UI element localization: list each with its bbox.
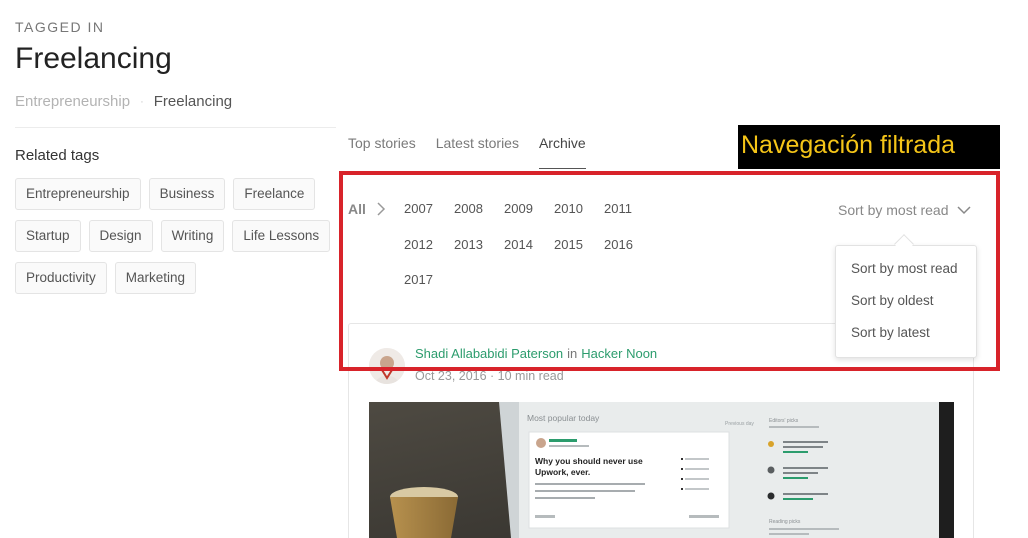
tag-row: Productivity Marketing bbox=[15, 262, 335, 294]
image-screen-previous-day: Previous day bbox=[725, 421, 754, 427]
tag-marketing[interactable]: Marketing bbox=[114, 262, 197, 294]
image-screen-reading-picks: Reading picks bbox=[769, 519, 801, 525]
tab-top-stories[interactable]: Top stories bbox=[348, 135, 416, 169]
image-screen-headline-1: Why you should never use bbox=[535, 456, 643, 466]
annotation-label: Navegación filtrada bbox=[738, 125, 1000, 169]
divider bbox=[15, 127, 336, 128]
image-screen-heading: Most popular today bbox=[527, 413, 600, 423]
tag-writing[interactable]: Writing bbox=[160, 220, 225, 252]
tag-row: Startup Design Writing Life Lessons bbox=[15, 220, 335, 252]
year-link-2011[interactable]: 2011 bbox=[604, 201, 632, 216]
chevron-down-icon bbox=[956, 206, 971, 215]
story-meta: Oct 23, 2016 · 10 min read bbox=[415, 369, 564, 383]
tag-business[interactable]: Business bbox=[148, 178, 226, 210]
year-link-2010[interactable]: 2010 bbox=[554, 201, 583, 216]
author-photo bbox=[369, 348, 405, 384]
sort-option-oldest[interactable]: Sort by oldest bbox=[836, 292, 976, 324]
sort-option-most-read[interactable]: Sort by most read bbox=[836, 260, 976, 292]
tag-row: Entrepreneurship Business Freelance bbox=[15, 178, 335, 210]
year-link-2012[interactable]: 2012 bbox=[404, 237, 433, 252]
breadcrumb-separator: · bbox=[140, 95, 144, 108]
tag-freelance[interactable]: Freelance bbox=[233, 178, 316, 210]
story-tabs: Top stories Latest stories Archive bbox=[348, 135, 606, 169]
sort-current-label: Sort by most read bbox=[838, 202, 949, 218]
tag-productivity[interactable]: Productivity bbox=[15, 262, 107, 294]
chevron-right-icon bbox=[377, 202, 385, 216]
tab-archive[interactable]: Archive bbox=[538, 135, 586, 169]
avatar[interactable] bbox=[369, 348, 405, 384]
story-image[interactable]: Most popular today Previous day Why you … bbox=[369, 402, 954, 538]
breadcrumb-parent-link[interactable]: Entrepreneurship bbox=[15, 93, 130, 110]
year-link-2015[interactable]: 2015 bbox=[554, 237, 583, 252]
year-link-2017[interactable]: 2017 bbox=[404, 272, 433, 287]
publication-link[interactable]: Hacker Noon bbox=[581, 346, 657, 361]
tag-startup[interactable]: Startup bbox=[15, 220, 81, 252]
sort-dropdown-toggle[interactable]: Sort by most read bbox=[838, 202, 971, 218]
archive-all-link[interactable]: All bbox=[348, 201, 386, 217]
tab-latest-stories[interactable]: Latest stories bbox=[436, 135, 519, 169]
sort-option-latest[interactable]: Sort by latest bbox=[836, 324, 976, 356]
tag-life-lessons[interactable]: Life Lessons bbox=[232, 220, 331, 252]
year-link-2008[interactable]: 2008 bbox=[454, 201, 483, 216]
tag-design[interactable]: Design bbox=[88, 220, 153, 252]
year-link-2013[interactable]: 2013 bbox=[454, 237, 483, 252]
image-screen-editors-picks: Editors' picks bbox=[769, 418, 799, 424]
related-tags-list: Entrepreneurship Business Freelance Star… bbox=[15, 178, 335, 304]
page-title: Freelancing bbox=[15, 42, 172, 75]
breadcrumb: Entrepreneurship · Freelancing bbox=[15, 93, 232, 110]
breadcrumb-current: Freelancing bbox=[153, 93, 233, 110]
story-image-graphic: Most popular today Previous day Why you … bbox=[369, 402, 954, 538]
in-label: in bbox=[567, 346, 578, 361]
year-link-2016[interactable]: 2016 bbox=[604, 237, 633, 252]
story-author-line: Shadi Allababidi Paterson in Hacker Noon bbox=[415, 346, 657, 361]
related-tags-heading: Related tags bbox=[15, 147, 100, 164]
tag-entrepreneurship[interactable]: Entrepreneurship bbox=[15, 178, 141, 210]
image-screen-headline-2: Upwork, ever. bbox=[535, 467, 590, 477]
archive-all-label: All bbox=[348, 201, 366, 217]
tagged-in-label: TAGGED IN bbox=[15, 19, 105, 35]
sort-dropdown-menu: Sort by most read Sort by oldest Sort by… bbox=[835, 245, 977, 358]
year-link-2014[interactable]: 2014 bbox=[504, 237, 533, 252]
year-link-2009[interactable]: 2009 bbox=[504, 201, 533, 216]
author-link[interactable]: Shadi Allababidi Paterson bbox=[415, 346, 563, 361]
year-link-2007[interactable]: 2007 bbox=[404, 201, 433, 216]
